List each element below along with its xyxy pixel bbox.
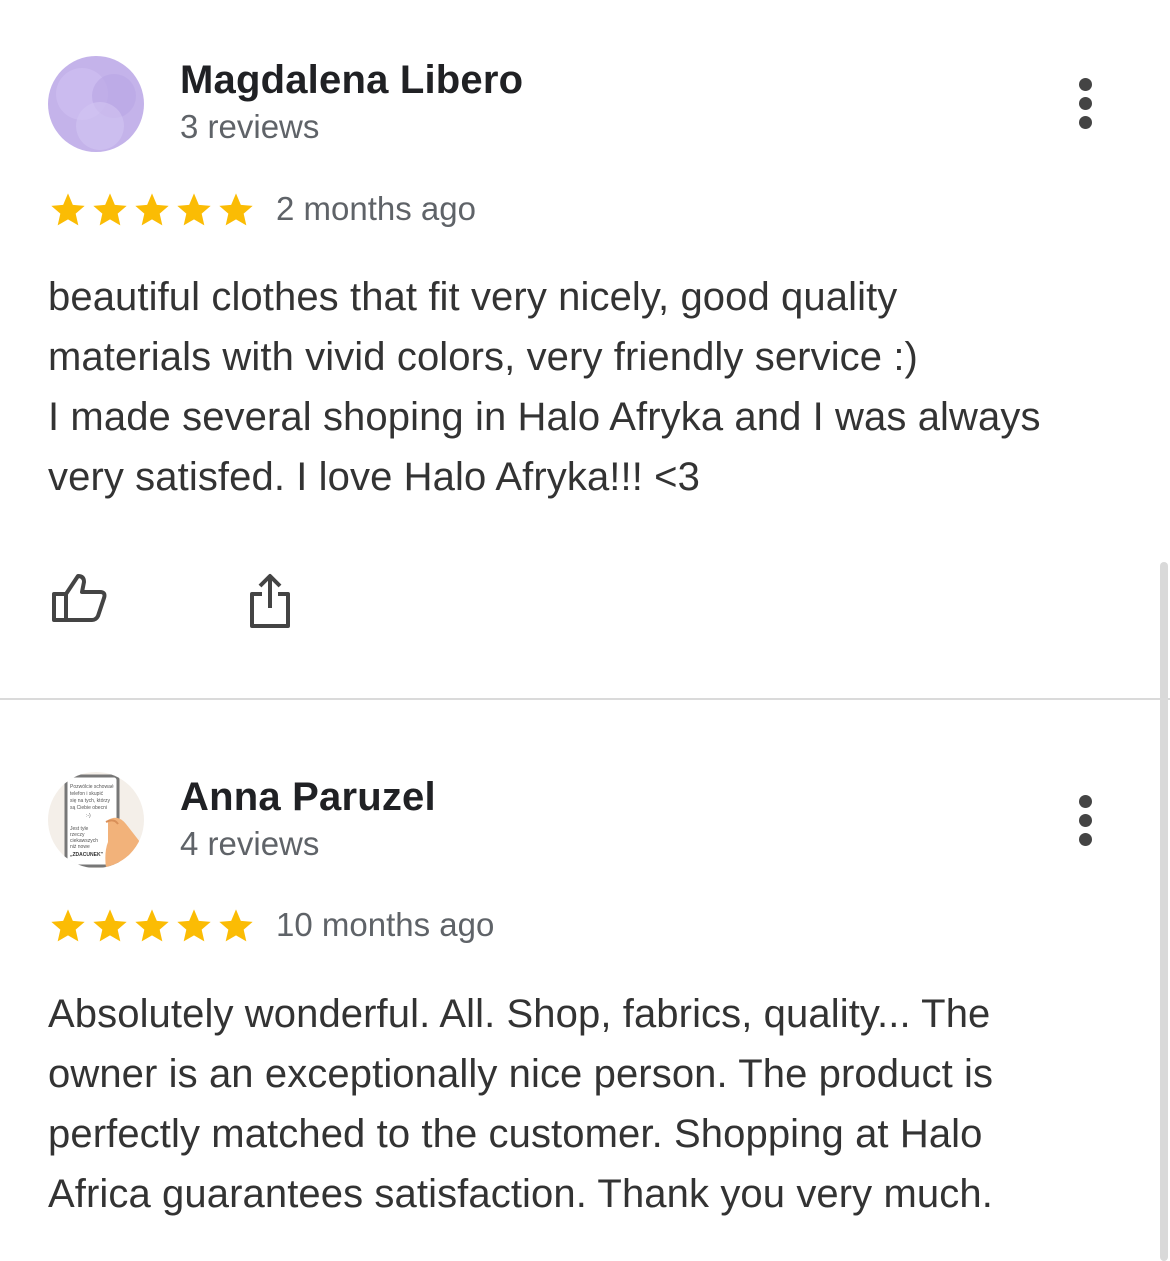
more-vert-icon-dot bbox=[1079, 814, 1092, 827]
avatar-phone-text: Pozwólcie schowaé bbox=[70, 784, 114, 790]
more-vert-icon-dot bbox=[1079, 833, 1092, 846]
author-name[interactable]: Magdalena Libero bbox=[180, 58, 523, 103]
avatar[interactable] bbox=[48, 56, 144, 152]
share-icon bbox=[250, 574, 290, 628]
review-date: 2 months ago bbox=[276, 190, 476, 227]
star-icon bbox=[177, 909, 211, 942]
star-rating bbox=[48, 906, 256, 946]
more-vert-icon bbox=[1079, 795, 1092, 808]
star-icon bbox=[93, 193, 127, 226]
star-icon bbox=[135, 909, 169, 942]
more-options-button[interactable] bbox=[1068, 74, 1104, 134]
author-review-count: 3 reviews bbox=[180, 108, 320, 145]
scrollbar[interactable] bbox=[1160, 562, 1168, 1261]
star-icon bbox=[219, 193, 253, 226]
star-icon bbox=[135, 193, 169, 226]
avatar[interactable]: Pozwólcie schowaé telefon i skupić się n… bbox=[48, 772, 144, 868]
review-text: Absolutely wonderful. All. Shop, fabrics… bbox=[48, 992, 994, 1216]
star-icon bbox=[93, 909, 127, 942]
more-vert-icon bbox=[1079, 78, 1092, 91]
author-name[interactable]: Anna Paruzel bbox=[180, 775, 436, 820]
avatar-phone-text: się na tych, którzy bbox=[70, 798, 111, 804]
more-vert-icon-dot bbox=[1079, 116, 1092, 129]
share-button[interactable] bbox=[238, 568, 302, 632]
star-icon bbox=[177, 193, 211, 226]
author-review-count: 4 reviews bbox=[180, 825, 320, 862]
review-card: Magdalena Libero 3 reviews 2 months ago … bbox=[0, 0, 1160, 698]
avatar-phone-text: niż nowe bbox=[70, 844, 90, 850]
star-icon bbox=[51, 193, 85, 226]
avatar-phone-text: „ZDACUNEK” bbox=[70, 852, 104, 858]
more-vert-icon-dot bbox=[1079, 97, 1092, 110]
like-button[interactable] bbox=[48, 568, 112, 632]
star-icon bbox=[51, 909, 85, 942]
star-icon bbox=[219, 909, 253, 942]
avatar-phone-text: telefon i skupić bbox=[70, 791, 104, 797]
review-card: Pozwólcie schowaé telefon i skupić się n… bbox=[0, 700, 1160, 1261]
star-rating bbox=[48, 190, 256, 230]
review-text: beautiful clothes that fit very nicely, … bbox=[48, 275, 1041, 499]
more-options-button[interactable] bbox=[1068, 791, 1104, 851]
thumb-up-icon bbox=[52, 574, 107, 622]
avatar-phone-text: :-) bbox=[86, 813, 91, 819]
review-date: 10 months ago bbox=[276, 906, 495, 943]
avatar-phone-text: są Ciebie obecni bbox=[70, 805, 107, 811]
